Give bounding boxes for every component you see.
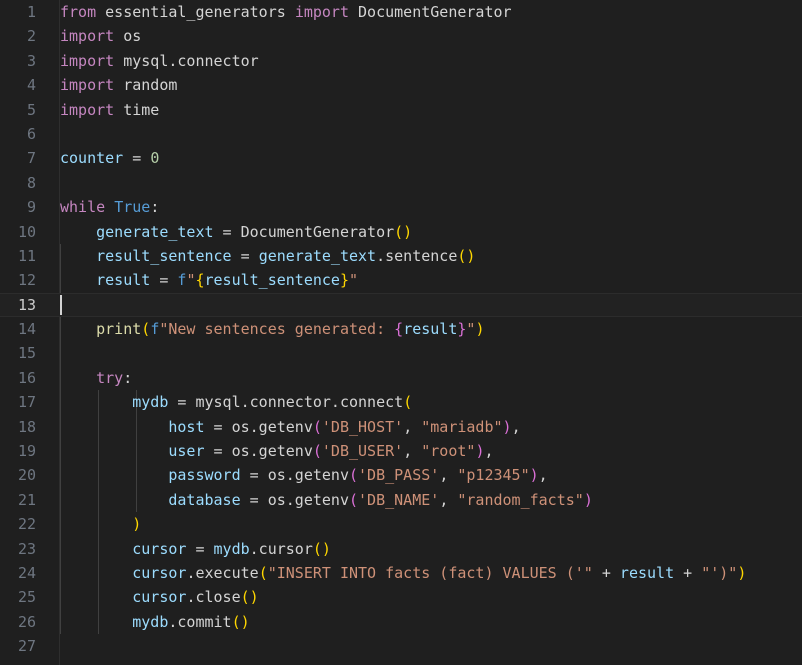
code-line[interactable]: 14 print(f"New sentences generated: {res… bbox=[0, 317, 802, 341]
code-line-active[interactable]: 13 bbox=[0, 292, 802, 318]
line-number: 26 bbox=[17, 612, 36, 631]
line-content: import time bbox=[60, 100, 160, 119]
code-line[interactable]: 4 import random bbox=[0, 73, 802, 97]
code-line[interactable]: 5 import time bbox=[0, 98, 802, 122]
line-number: 16 bbox=[17, 368, 36, 387]
code-line[interactable]: 21 database = os.getenv('DB_NAME', "rand… bbox=[0, 488, 802, 512]
code-line[interactable]: 11 result_sentence = generate_text.sente… bbox=[0, 244, 802, 268]
line-content: import mysql.connector bbox=[60, 51, 259, 70]
code-line[interactable]: 27 bbox=[0, 634, 802, 658]
code-line[interactable]: 17 mydb = mysql.connector.connect( bbox=[0, 390, 802, 414]
line-content: counter += 1 bbox=[60, 659, 240, 665]
line-content: host = os.getenv('DB_HOST', "mariadb"), bbox=[168, 417, 521, 436]
line-content: mydb.commit() bbox=[132, 612, 250, 631]
code-line[interactable]: 15 bbox=[0, 341, 802, 365]
line-number: 4 bbox=[26, 76, 36, 95]
code-lines[interactable]: 1 from essential_generators import Docum… bbox=[0, 0, 802, 665]
code-line[interactable]: 18 host = os.getenv('DB_HOST', "mariadb"… bbox=[0, 415, 802, 439]
code-line[interactable]: 24 cursor.execute("INSERT INTO facts (fa… bbox=[0, 561, 802, 585]
line-number: 25 bbox=[17, 588, 36, 607]
line-content: import random bbox=[60, 76, 178, 95]
line-content: from essential_generators import Documen… bbox=[60, 3, 512, 21]
line-content: try: bbox=[96, 368, 133, 387]
line-number: 11 bbox=[17, 246, 36, 265]
code-line[interactable]: 26 mydb.commit() bbox=[0, 610, 802, 634]
line-content: cursor.execute("INSERT INTO facts (fact)… bbox=[132, 563, 747, 582]
line-number: 2 bbox=[26, 27, 36, 46]
code-line[interactable]: 28 counter += 1 bbox=[0, 659, 802, 665]
line-content: mydb = mysql.connector.connect( bbox=[132, 393, 413, 412]
line-content: ) bbox=[132, 515, 142, 534]
code-line[interactable]: 19 user = os.getenv('DB_USER', "root"), bbox=[0, 439, 802, 463]
code-line[interactable]: 16 try: bbox=[0, 366, 802, 390]
code-line[interactable]: 23 cursor = mydb.cursor() bbox=[0, 537, 802, 561]
code-line[interactable]: 12 result = f"{result_sentence}" bbox=[0, 268, 802, 292]
line-number: 27 bbox=[17, 637, 36, 656]
code-line[interactable]: 6 bbox=[0, 122, 802, 146]
line-number: 13 bbox=[17, 295, 36, 314]
code-line[interactable]: 25 cursor.close() bbox=[0, 585, 802, 609]
line-content: import os bbox=[60, 27, 142, 46]
line-content: cursor = mydb.cursor() bbox=[132, 539, 331, 558]
text-cursor bbox=[60, 294, 62, 315]
code-line[interactable]: 8 bbox=[0, 171, 802, 195]
line-content: print(f"New sentences generated: {result… bbox=[96, 320, 485, 339]
code-editor[interactable]: 1 from essential_generators import Docum… bbox=[0, 0, 802, 665]
code-line[interactable]: 22 ) bbox=[0, 512, 802, 536]
line-content: database = os.getenv('DB_NAME', "random_… bbox=[168, 490, 593, 509]
line-content: user = os.getenv('DB_USER', "root"), bbox=[168, 442, 494, 461]
line-content: cursor.close() bbox=[132, 588, 259, 607]
line-number: 3 bbox=[26, 51, 36, 70]
line-number: 21 bbox=[17, 490, 36, 509]
line-number: 17 bbox=[17, 393, 36, 412]
line-number: 22 bbox=[17, 515, 36, 534]
line-number: 8 bbox=[26, 173, 36, 192]
line-number: 7 bbox=[26, 149, 36, 168]
code-line[interactable]: 10 generate_text = DocumentGenerator() bbox=[0, 220, 802, 244]
line-content: counter = 0 bbox=[60, 149, 160, 168]
line-content: result_sentence = generate_text.sentence… bbox=[96, 246, 476, 265]
code-line[interactable]: 3 import mysql.connector bbox=[0, 49, 802, 73]
line-content: password = os.getenv('DB_PASS', "p12345"… bbox=[168, 466, 548, 485]
code-line[interactable]: 20 password = os.getenv('DB_PASS', "p123… bbox=[0, 463, 802, 487]
code-line[interactable]: 7 counter = 0 bbox=[0, 146, 802, 170]
code-line[interactable]: 2 import os bbox=[0, 24, 802, 48]
line-number: 12 bbox=[17, 271, 36, 290]
line-number: 15 bbox=[17, 344, 36, 363]
line-number: 10 bbox=[17, 222, 36, 241]
line-content: while True: bbox=[60, 198, 160, 217]
code-line[interactable]: 9 while True: bbox=[0, 195, 802, 219]
line-number: 23 bbox=[17, 539, 36, 558]
line-number: 1 bbox=[26, 3, 36, 21]
line-number: 19 bbox=[17, 442, 36, 461]
line-number: 24 bbox=[17, 563, 36, 582]
line-number: 5 bbox=[26, 100, 36, 119]
line-number: 28 bbox=[0, 659, 36, 665]
line-number: 9 bbox=[26, 198, 36, 217]
line-content: result = f"{result_sentence}" bbox=[96, 271, 359, 290]
code-line[interactable]: 1 from essential_generators import Docum… bbox=[0, 0, 802, 24]
line-number: 18 bbox=[17, 417, 36, 436]
line-number: 20 bbox=[17, 466, 36, 485]
line-content: generate_text = DocumentGenerator() bbox=[96, 222, 413, 241]
line-number: 14 bbox=[17, 320, 36, 339]
line-number: 6 bbox=[26, 124, 36, 143]
